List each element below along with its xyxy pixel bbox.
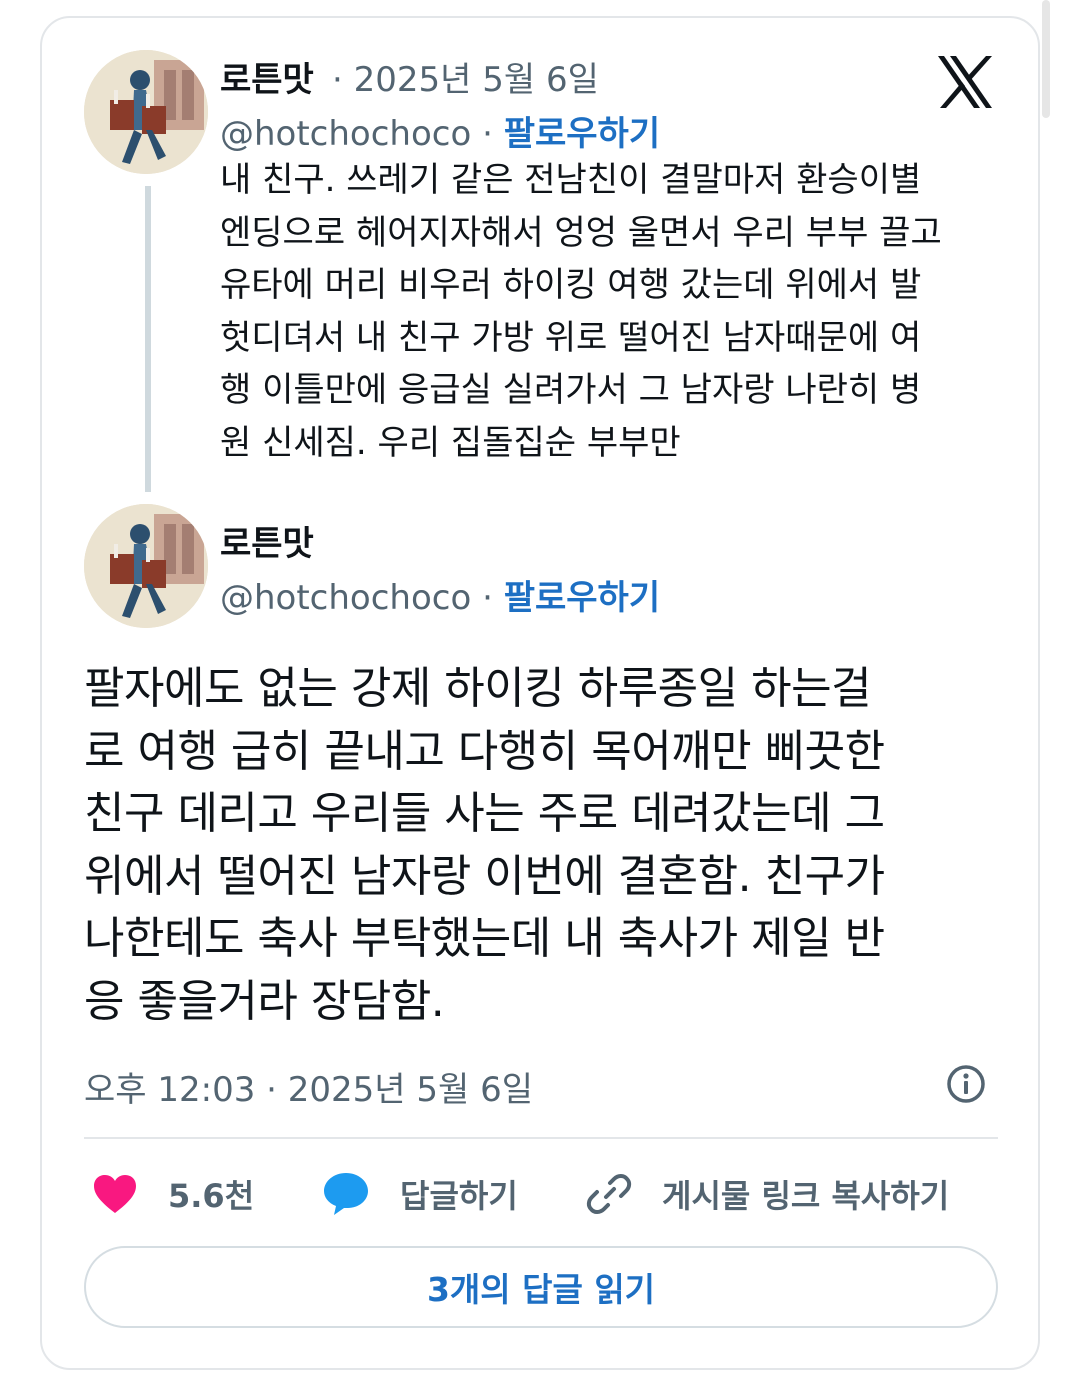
handle[interactable]: @hotchochoco bbox=[220, 114, 471, 154]
avatar-image bbox=[84, 50, 208, 174]
text-line: 헛디뎌서 내 친구 가방 위로 떨어진 남자때문에 여 bbox=[220, 317, 922, 358]
handle[interactable]: @hotchochoco bbox=[220, 578, 471, 618]
text-line: 로 여행 급히 끝내고 다행히 목어깨만 삐끗한 bbox=[84, 725, 885, 777]
text-line: 유타에 머리 비우러 하이킹 여행 갔는데 위에서 발 bbox=[220, 265, 922, 305]
display-name[interactable]: 로튼맛 bbox=[220, 516, 314, 565]
text-line: 내 친구. 쓰레기 같은 전남친이 결말마저 환승이별 bbox=[220, 160, 922, 200]
follow-link[interactable]: 팔로우하기 bbox=[504, 578, 660, 618]
text-line: 응 좋을거라 장담함. bbox=[84, 975, 445, 1027]
read-replies-button[interactable]: 3개의 답글 읽기 bbox=[84, 1246, 998, 1328]
text-line: 원 신세짐. 우리 집돌집순 부부만 bbox=[220, 422, 681, 463]
tweet-date-text: 2025년 5월 6일 bbox=[353, 60, 599, 100]
x-logo-icon[interactable] bbox=[936, 54, 994, 110]
thread-connector-line bbox=[145, 186, 151, 492]
speech-bubble-icon bbox=[324, 1173, 368, 1215]
info-icon[interactable] bbox=[946, 1064, 986, 1104]
handle-row: @hotchochoco · 팔로우하기 bbox=[220, 578, 661, 618]
first-tweet-text: 내 친구. 쓰레기 같은 전남친이 결말마저 환승이별 엔딩으로 헤어지자해서 … bbox=[220, 154, 1000, 469]
read-replies-label: 3개의 답글 읽기 bbox=[426, 1270, 656, 1309]
text-line: 엔딩으로 헤어지자해서 엉엉 울면서 우리 부부 끌고 bbox=[220, 212, 942, 253]
copy-link-label: 게시물 링크 복사하기 bbox=[662, 1177, 950, 1215]
reply-button[interactable]: 답글하기 bbox=[322, 1166, 518, 1222]
reply-label: 답글하기 bbox=[400, 1177, 518, 1215]
handle-row: @hotchochoco · 팔로우하기 bbox=[220, 114, 661, 154]
heart-icon bbox=[94, 1175, 136, 1213]
follow-link[interactable]: 팔로우하기 bbox=[504, 114, 660, 154]
avatar[interactable] bbox=[84, 504, 208, 628]
text-line: 위에서 떨어진 남자랑 이번에 결혼함. 친구가 bbox=[84, 850, 885, 902]
avatar[interactable] bbox=[84, 50, 208, 174]
text-line: 나한테도 축사 부탁했는데 내 축사가 제일 반 bbox=[84, 913, 885, 964]
divider bbox=[84, 1137, 998, 1139]
text-line: 팔자에도 없는 강제 하이킹 하루종일 하는걸 bbox=[84, 663, 872, 714]
main-tweet-text: 팔자에도 없는 강제 하이킹 하루종일 하는걸 로 여행 급히 끝내고 다행히 … bbox=[84, 658, 984, 1033]
text-line: 행 이틀만에 응급실 실려가서 그 남자랑 나란히 병 bbox=[220, 370, 922, 410]
tweet-timestamp[interactable]: 오후 12:03 · 2025년 5월 6일 bbox=[84, 1062, 533, 1111]
text-line: 친구 데리고 우리들 사는 주로 데려갔는데 그 bbox=[84, 788, 885, 839]
copy-link-button[interactable]: 게시물 링크 복사하기 bbox=[586, 1166, 949, 1222]
avatar-image bbox=[84, 504, 208, 628]
tweet-date[interactable]: · 2025년 5월 6일 bbox=[332, 52, 599, 101]
link-icon bbox=[586, 1174, 632, 1214]
scrollbar[interactable] bbox=[1042, 0, 1050, 118]
like-count: 5.6천 bbox=[168, 1177, 255, 1215]
display-name[interactable]: 로튼맛 bbox=[220, 52, 314, 101]
like-button[interactable]: 5.6천 bbox=[92, 1166, 254, 1222]
